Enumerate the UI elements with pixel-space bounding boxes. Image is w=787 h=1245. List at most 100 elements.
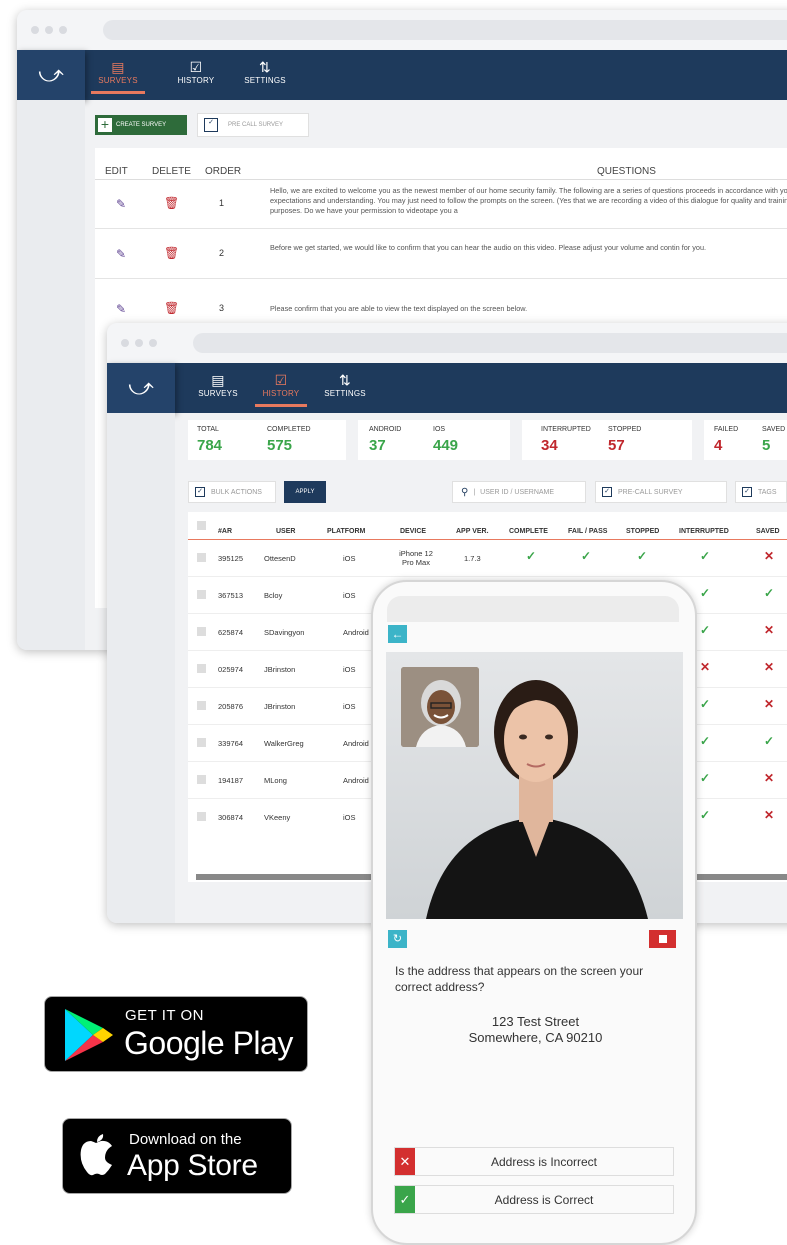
browser-chrome xyxy=(17,10,787,50)
row-checkbox[interactable] xyxy=(197,553,206,562)
app-store-small-text: Download on the xyxy=(129,1131,242,1148)
check-icon: ✓ xyxy=(526,549,537,563)
order-header: ORDER xyxy=(205,166,242,177)
window-dot xyxy=(135,339,143,347)
question-cell: Before we get started, we would like to … xyxy=(270,243,707,252)
app-logo-icon[interactable]: ⤻ xyxy=(107,363,175,413)
stop-icon xyxy=(659,935,667,943)
question-text: Is the address that appears on the scree… xyxy=(395,964,644,994)
check-icon: ✓ xyxy=(764,586,775,600)
address-line-1: 123 Test Street xyxy=(491,1014,580,1029)
address-line-2: Somewhere, CA 90210 xyxy=(468,1030,603,1045)
table-row[interactable]: 395125 OttesenD iOS iPhone 12 Pro Max 1.… xyxy=(188,540,787,577)
refresh-button[interactable]: ↻ xyxy=(388,930,407,948)
select-all-checkbox[interactable] xyxy=(197,521,206,530)
check-icon: ✓ xyxy=(581,549,592,563)
row-checkbox[interactable] xyxy=(197,590,206,599)
check-icon: ✓ xyxy=(700,808,711,822)
order-cell: 1 xyxy=(219,198,225,208)
google-play-small-text: GET IT ON xyxy=(125,1007,204,1024)
top-nav: ⤻ ▤ SURVEYS ☑ HISTORY ⇅ SETTINGS xyxy=(17,50,787,100)
browser-chrome xyxy=(107,323,787,363)
bulk-actions-select[interactable]: ✓ BULK ACTIONS xyxy=(188,481,276,503)
google-play-big-text: Google Play xyxy=(124,1025,293,1061)
stat-platform: ANDROID 37 IOS 449 xyxy=(358,420,510,460)
stat-interruptions: INTERRUPTED 34 STOPPED 57 xyxy=(522,420,692,460)
cross-icon: ✕ xyxy=(764,697,775,711)
question-cell: Please confirm that you are able to view… xyxy=(270,304,528,313)
order-cell: 2 xyxy=(219,248,225,258)
pre-call-survey-toggle[interactable]: ✓ PRE CALL SURVEY xyxy=(197,113,309,137)
checklist-icon: ☑ xyxy=(189,59,203,75)
address-correct-button[interactable]: ✓ Address is Correct xyxy=(394,1185,674,1214)
row-checkbox[interactable] xyxy=(197,738,206,747)
questions-table: EDIT DELETE ORDER QUESTIONS ✎ 🗑 1 Hello,… xyxy=(95,148,787,333)
sliders-icon: ⇅ xyxy=(259,59,271,75)
nav-history[interactable]: ☑ HISTORY xyxy=(175,58,217,85)
cross-icon: ✕ xyxy=(764,623,775,637)
check-icon: ✓ xyxy=(700,623,711,637)
check-icon: ✓ xyxy=(700,549,711,563)
nav-settings[interactable]: ⇅ SETTINGS xyxy=(321,371,369,398)
nav-settings[interactable]: ⇅ SETTINGS xyxy=(241,58,289,85)
delete-header: DELETE xyxy=(152,166,191,177)
cross-icon: ✕ xyxy=(700,660,711,674)
app-logo-icon[interactable]: ⤻ xyxy=(17,50,85,100)
trash-icon[interactable]: 🗑 xyxy=(164,246,179,260)
nav-surveys[interactable]: ▤ SURVEYS xyxy=(91,58,145,94)
pencil-icon[interactable]: ✎ xyxy=(116,197,126,211)
clipboard-icon: ▤ xyxy=(111,59,125,75)
check-icon: ✓ xyxy=(700,586,711,600)
check-icon: ✓ xyxy=(764,734,775,748)
table-row: ✎ 🗑 2 Before we get started, we would li… xyxy=(95,230,787,279)
stat-total-completed: TOTAL 784 COMPLETED 575 xyxy=(188,420,346,460)
back-button[interactable]: ← xyxy=(388,625,407,643)
android-value: 37 xyxy=(369,437,386,454)
cross-icon: ✕ xyxy=(764,771,775,785)
address-bar[interactable] xyxy=(103,20,787,40)
google-play-badge[interactable]: GET IT ON Google Play xyxy=(44,996,308,1072)
top-nav: ⤻ ▤ SURVEYS ☑ HISTORY ⇅ SETTINGS xyxy=(107,363,787,413)
trash-icon[interactable]: 🗑 xyxy=(164,301,179,315)
stopped-value: 57 xyxy=(608,437,625,454)
apply-button[interactable]: APPLY xyxy=(284,481,326,503)
search-input[interactable]: ⚲ | USER ID / USERNAME xyxy=(452,481,586,503)
row-checkbox[interactable] xyxy=(197,664,206,673)
cross-icon: ✕ xyxy=(764,660,775,674)
plus-icon: + xyxy=(98,117,112,132)
apple-icon xyxy=(80,1134,112,1176)
checkbox-icon: ✓ xyxy=(602,487,612,497)
self-view-thumbnail xyxy=(401,667,479,747)
address-bar[interactable] xyxy=(193,333,787,353)
check-icon: ✓ xyxy=(700,734,711,748)
app-store-big-text: App Store xyxy=(127,1149,258,1182)
stop-button[interactable] xyxy=(649,930,676,948)
nav-history[interactable]: ☑ HISTORY xyxy=(255,371,307,407)
check-icon: ✓ xyxy=(637,549,648,563)
phone-frame: ← ↻ Is the address that appears on the s… xyxy=(371,580,697,1245)
history-table-header: #AR USER PLATFORM DEVICE APP VER. COMPLE… xyxy=(188,520,787,540)
row-checkbox[interactable] xyxy=(197,812,206,821)
clipboard-icon: ▤ xyxy=(211,372,225,388)
row-checkbox[interactable] xyxy=(197,627,206,636)
tags-filter[interactable]: ✓ TAGS xyxy=(735,481,787,503)
pencil-icon[interactable]: ✎ xyxy=(116,247,126,261)
window-dot xyxy=(149,339,157,347)
pencil-icon[interactable]: ✎ xyxy=(116,302,126,316)
window-dot xyxy=(121,339,129,347)
saved-value: 5 xyxy=(762,437,771,454)
check-icon: ✓ xyxy=(700,771,711,785)
pre-call-survey-filter[interactable]: ✓ PRE-CALL SURVEY xyxy=(595,481,727,503)
row-checkbox[interactable] xyxy=(197,701,206,710)
row-checkbox[interactable] xyxy=(197,775,206,784)
create-survey-button[interactable]: + CREATE SURVEY xyxy=(95,115,187,135)
caller-video xyxy=(401,667,479,747)
app-store-badge[interactable]: Download on the App Store xyxy=(62,1118,292,1194)
address-incorrect-button[interactable]: ✕ Address is Incorrect xyxy=(394,1147,674,1176)
nav-surveys[interactable]: ▤ SURVEYS xyxy=(197,371,239,398)
checkbox-icon: ✓ xyxy=(204,118,218,132)
completed-value: 575 xyxy=(267,437,293,454)
trash-icon[interactable]: 🗑 xyxy=(164,196,179,210)
interrupted-value: 34 xyxy=(541,437,558,454)
window-dot xyxy=(59,26,67,34)
